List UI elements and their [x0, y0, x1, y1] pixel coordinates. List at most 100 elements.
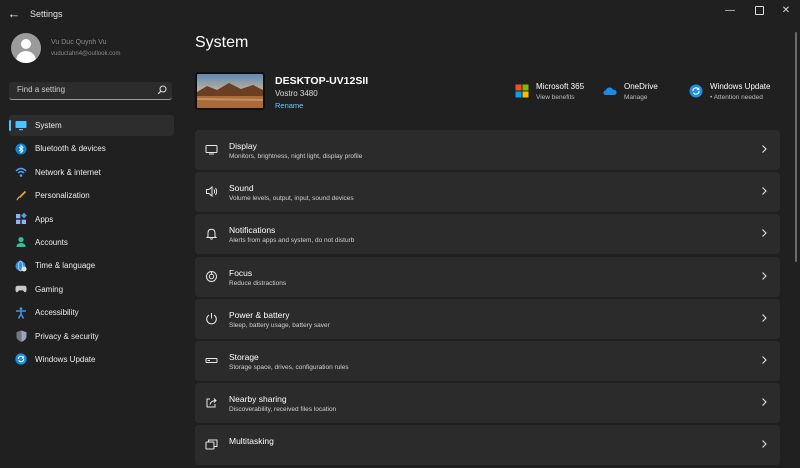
card-storage[interactable]: Storage Storage space, drives, configura…: [195, 340, 780, 381]
wifi-icon: [15, 166, 27, 178]
device-model: Vostro 3480: [275, 89, 318, 98]
sidebar-item-label: Personalization: [35, 191, 90, 201]
microsoft-365-link[interactable]: Microsoft 365 View benefits: [515, 82, 584, 101]
sidebar-item-gaming[interactable]: Gaming: [9, 279, 174, 300]
sidebar-item-label: Accounts: [35, 237, 68, 247]
page-title: System: [195, 34, 249, 51]
chevron-right-icon: [762, 313, 767, 322]
brush-icon: [15, 190, 27, 202]
card-subtitle: Storage space, drives, configuration rul…: [229, 363, 349, 371]
sidebar-item-label: Accessibility: [35, 308, 79, 318]
app-title: Settings: [30, 9, 63, 19]
device-wallpaper-thumbnail[interactable]: [195, 72, 265, 110]
user-email: vuductahn4@outlook.com: [51, 51, 121, 57]
sidebar-item-label: Windows Update: [35, 354, 96, 364]
sidebar-item-privacy[interactable]: Privacy & security: [9, 326, 174, 347]
card-power-battery[interactable]: Power & battery Sleep, battery usage, ba…: [195, 298, 780, 339]
title-bar: ← Settings — ✕: [0, 0, 800, 30]
minimize-button[interactable]: —: [718, 3, 742, 19]
sidebar-item-label: Bluetooth & devices: [35, 144, 106, 154]
bluetooth-icon: [15, 143, 27, 155]
globe-clock-icon: [15, 260, 27, 272]
card-subtitle: Monitors, brightness, night light, displ…: [229, 153, 363, 160]
sidebar-item-label: Privacy & security: [35, 331, 99, 341]
card-multitasking[interactable]: Multitasking: [195, 425, 780, 466]
quick-link-subtitle: • Attention needed: [710, 94, 763, 101]
sidebar-item-accounts[interactable]: Accounts: [9, 232, 174, 253]
focus-icon: [206, 270, 217, 282]
card-subtitle: Alerts from apps and system, do not dist…: [229, 237, 355, 245]
card-subtitle: Reduce distractions: [229, 279, 287, 287]
chevron-right-icon: [762, 271, 767, 280]
card-subtitle: Sleep, battery usage, battery saver: [229, 321, 330, 329]
quick-link-subtitle: View benefits: [536, 94, 575, 101]
sidebar-item-apps[interactable]: Apps: [9, 209, 174, 230]
avatar[interactable]: [11, 33, 41, 63]
onedrive-cloud-icon: [603, 87, 617, 95]
search-input[interactable]: [17, 85, 152, 94]
quick-link-title: Windows Update: [710, 82, 771, 91]
sidebar-item-windows-update[interactable]: Windows Update: [9, 349, 174, 370]
sidebar-item-label: Gaming: [35, 284, 64, 294]
chevron-right-icon: [762, 229, 767, 238]
sidebar-item-label: Network & internet: [35, 167, 101, 177]
back-button[interactable]: ←: [6, 6, 22, 22]
onedrive-link[interactable]: OneDrive Manage: [603, 82, 658, 101]
maximize-button[interactable]: [747, 3, 771, 19]
chevron-right-icon: [762, 440, 767, 449]
card-title: Notifications: [229, 225, 276, 236]
card-title: Display: [229, 141, 257, 151]
quick-link-subtitle: Manage: [624, 94, 648, 101]
sidebar-nav: System Bluetooth & devices Network & int…: [9, 115, 174, 372]
card-subtitle: Discoverability, received files location: [229, 406, 337, 414]
speaker-icon: [206, 186, 218, 198]
windows-update-link[interactable]: Windows Update • Attention needed: [689, 82, 770, 101]
card-title: Storage: [229, 351, 259, 362]
quick-link-title: Microsoft 365: [536, 82, 585, 91]
device-name: DESKTOP-UV12SII: [275, 75, 369, 87]
card-sound[interactable]: Sound Volume levels, output, input, soun…: [195, 172, 780, 213]
power-icon: [206, 312, 217, 325]
card-title: Nearby sharing: [229, 394, 287, 405]
card-title: Multitasking: [229, 436, 274, 447]
maximize-icon: [754, 5, 764, 15]
sidebar-item-personalization[interactable]: Personalization: [9, 185, 174, 206]
sidebar-item-label: Time & language: [35, 261, 96, 271]
shield-icon: [15, 330, 27, 342]
bell-icon: [205, 229, 218, 241]
sidebar-item-network[interactable]: Network & internet: [9, 162, 174, 183]
update-icon: [689, 84, 703, 98]
chevron-right-icon: [762, 398, 767, 407]
card-notifications[interactable]: Notifications Alerts from apps and syste…: [195, 214, 780, 255]
accessibility-icon: [15, 307, 27, 319]
sidebar-item-system[interactable]: System: [9, 115, 174, 136]
chevron-right-icon: [762, 145, 767, 153]
share-icon: [206, 398, 217, 408]
settings-list: Display Monitors, brightness, night ligh…: [195, 130, 780, 468]
monitor-icon: [15, 120, 27, 132]
sidebar-item-time-language[interactable]: Time & language: [9, 255, 174, 276]
sidebar-item-accessibility[interactable]: Accessibility: [9, 302, 174, 323]
card-focus[interactable]: Focus Reduce distractions: [195, 256, 780, 297]
rename-link[interactable]: Rename: [275, 101, 303, 110]
sidebar-item-bluetooth[interactable]: Bluetooth & devices: [9, 138, 174, 159]
person-icon: [15, 236, 27, 248]
apps-icon: [15, 213, 27, 225]
card-title: Power & battery: [229, 309, 290, 320]
card-title: Sound: [229, 183, 254, 194]
multitasking-icon: [205, 439, 218, 450]
quick-link-title: OneDrive: [624, 82, 658, 91]
search-icon[interactable]: [157, 85, 167, 95]
sidebar-item-label: System: [35, 121, 62, 130]
card-nearby-sharing[interactable]: Nearby sharing Discoverability, received…: [195, 383, 780, 424]
search-box[interactable]: [9, 82, 172, 100]
storage-icon: [205, 357, 218, 363]
card-display[interactable]: Display Monitors, brightness, night ligh…: [195, 130, 780, 170]
chevron-right-icon: [762, 356, 767, 364]
sidebar-item-label: Apps: [35, 214, 54, 224]
display-icon: [205, 145, 218, 155]
scrollbar[interactable]: [795, 32, 797, 262]
close-button[interactable]: ✕: [774, 3, 798, 19]
microsoft-logo-icon: [515, 84, 529, 98]
card-subtitle: Volume levels, output, input, sound devi…: [229, 195, 354, 203]
